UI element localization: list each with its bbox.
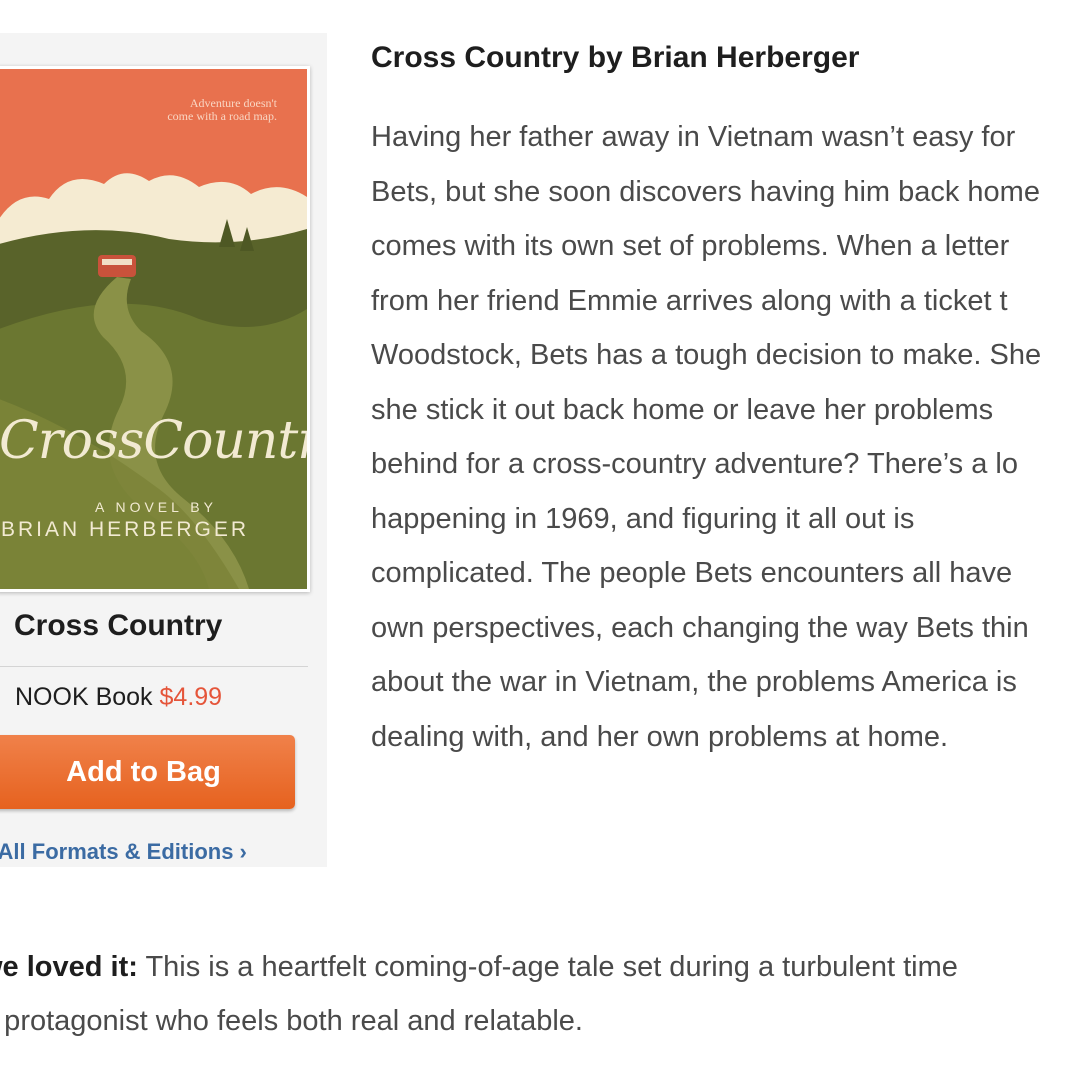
cover-author-name: BRIAN HERBERGER (1, 518, 250, 541)
format-price-line: NOOK Book $4.99 (15, 683, 222, 712)
article-heading: Cross Country by Brian Herberger (371, 41, 860, 74)
review: we loved it: This is a heartfelt coming-… (0, 940, 958, 1048)
synopsis-line: happening in 1969, and figuring it all o… (371, 502, 915, 535)
review-label: we loved it: (0, 951, 138, 983)
review-text-1: This is a heartfelt coming-of-age tale s… (137, 951, 958, 983)
product-card: Adventure doesn't come with a road map. … (0, 33, 327, 867)
synopsis-line: behind for a cross-country adventure? Th… (371, 448, 1018, 480)
synopsis-line: Having her father away in Vietnam wasn’t… (371, 121, 1016, 153)
format-label: NOOK Book (15, 683, 153, 711)
add-to-bag-button[interactable]: Add to Bag (0, 735, 295, 809)
synopsis-line: dealing with, and her own problems at ho… (371, 720, 949, 753)
synopsis-line: own perspectives, each changing the way … (371, 611, 1029, 644)
review-text-2: a protagonist who feels both real and re… (0, 1005, 583, 1037)
synopsis-line: from her friend Emmie arrives along with… (371, 284, 1008, 317)
review-line-1: we loved it: This is a heartfelt coming-… (0, 940, 958, 994)
synopsis: Having her father away in Vietnam wasn’t… (371, 110, 1080, 764)
synopsis-line: Bets, but she soon discovers having him … (371, 175, 1040, 208)
price: $4.99 (159, 683, 223, 711)
synopsis-line: complicated. The people Bets encounters … (371, 557, 1013, 589)
synopsis-line: comes with its own set of problems. When… (371, 230, 1010, 262)
synopsis-line: Woodstock, Bets has a tough decision to … (371, 339, 1042, 371)
synopsis-line: she stick it out back home or leave her … (371, 393, 994, 426)
book-cover-image[interactable]: Adventure doesn't come with a road map. … (0, 66, 310, 592)
cover-script-title: CrossCountry (0, 411, 307, 471)
divider (0, 666, 308, 667)
synopsis-line: about the war in Vietnam, the problems A… (371, 666, 1017, 698)
product-title[interactable]: Cross Country (14, 609, 222, 643)
cover-novel-by: A NOVEL BY (95, 499, 217, 515)
all-formats-link[interactable]: e All Formats & Editions › (0, 839, 247, 865)
cover-tagline: Adventure doesn't come with a road map. (167, 96, 277, 123)
